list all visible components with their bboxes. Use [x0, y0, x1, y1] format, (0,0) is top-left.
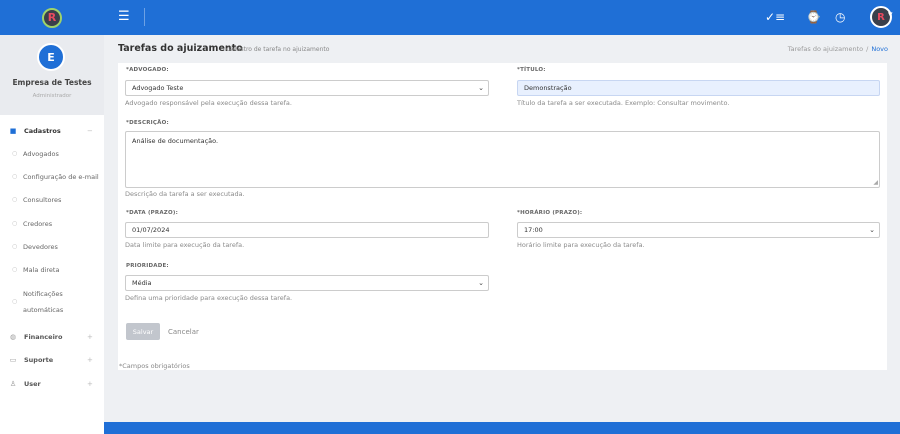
minus-icon: − — [87, 127, 93, 135]
sidebar-item-label: Cadastros — [24, 127, 61, 135]
descricao-label: *DESCRIÇÃO: — [126, 120, 169, 126]
descricao-value: Análise de documentação. — [132, 137, 219, 145]
titulo-label: *TÍTULO: — [517, 67, 546, 73]
titulo-value: Demonstração — [524, 84, 572, 92]
header-divider — [144, 8, 145, 26]
plus-icon: + — [87, 333, 93, 341]
page-subtitle: cadastro de tarefa no ajuizamento — [226, 46, 330, 53]
support-icon: ▭ — [9, 356, 17, 364]
money-icon: ◍ — [9, 333, 17, 341]
prioridade-select[interactable]: Média ⌄ — [125, 275, 489, 291]
clock-icon[interactable]: ◷ — [835, 9, 845, 25]
bullet-icon: ○ — [12, 196, 18, 203]
breadcrumb: Tarefas do ajuizamento / Novo — [788, 45, 888, 53]
titulo-field[interactable]: Demonstração — [517, 80, 880, 96]
chevron-down-icon: ⌄ — [478, 84, 484, 92]
sidebar-item-label: Configuração de e-mail — [23, 173, 99, 181]
advogado-help: Advogado responsável pela execução dessa… — [125, 99, 292, 107]
checklist-icon[interactable]: ✓≡ — [765, 9, 785, 25]
watch-icon[interactable]: ⌚ — [806, 9, 821, 25]
plus-icon: + — [87, 380, 93, 388]
sidebar-item-label: Advogados — [23, 150, 59, 158]
data-label: *DATA (PRAZO): — [126, 210, 178, 216]
hamburger-icon[interactable]: ☰ — [118, 10, 132, 24]
data-value: 01/07/2024 — [132, 226, 170, 234]
bullet-icon: ○ — [12, 266, 18, 273]
sidebar-item-label: Suporte — [24, 356, 54, 364]
footer-bar — [104, 422, 900, 434]
user-role: Administrador — [32, 93, 72, 99]
sidebar-item-label: Credores — [23, 220, 53, 228]
advogado-select[interactable]: Advogado Teste ⌄ — [125, 80, 489, 96]
horario-help: Horário limite para execução da tarefa. — [517, 241, 645, 249]
sidebar-item-cadastros[interactable]: ■ Cadastros − — [0, 123, 104, 139]
breadcrumb-separator: / — [866, 45, 869, 53]
company-name: Empresa de Testes — [12, 78, 92, 87]
sidebar: E Empresa de Testes Administrador ■ Cada… — [0, 35, 104, 434]
sidebar-item-label: Devedores — [23, 243, 58, 251]
user-icon: ♙ — [9, 380, 17, 388]
prioridade-value: Média — [132, 279, 152, 287]
descricao-help: Descrição da tarefa a ser executada. — [125, 190, 245, 198]
chevron-down-icon: ⌄ — [869, 226, 875, 234]
cancel-button[interactable]: Cancelar — [168, 323, 199, 340]
profile-avatar[interactable]: E — [37, 43, 65, 71]
sidebar-item-label: User — [24, 380, 41, 388]
sidebar-item-user[interactable]: ♙ User + — [0, 376, 104, 392]
titulo-help: Título da tarefa a ser executada. Exempl… — [517, 99, 730, 107]
advogado-value: Advogado Teste — [132, 84, 184, 92]
breadcrumb-current: Novo — [871, 45, 888, 53]
bullet-icon: ○ — [12, 220, 18, 227]
sidebar-profile: E Empresa de Testes Administrador — [0, 35, 104, 115]
data-field[interactable]: 01/07/2024 — [125, 222, 489, 238]
prioridade-label: PRIORIDADE: — [126, 263, 169, 269]
chevron-down-icon: ⌄ — [478, 279, 484, 287]
save-button[interactable]: Salvar — [126, 323, 160, 340]
chevron-down-icon[interactable]: ▾ — [888, 10, 893, 20]
prioridade-help: Defina uma prioridade para execução dess… — [125, 294, 293, 302]
descricao-textarea[interactable]: Análise de documentação. ◢ — [125, 131, 880, 188]
app-logo[interactable]: R — [42, 7, 62, 28]
required-fields-note: *Campos obrigatórios — [119, 362, 190, 370]
sidebar-item-label: Mala direta — [23, 266, 60, 274]
advogado-label: *ADVOGADO: — [126, 67, 169, 73]
bullet-icon: ○ — [12, 298, 18, 305]
sidebar-item-label: Notificações automáticas — [23, 290, 64, 314]
bullet-icon: ○ — [12, 150, 18, 157]
resize-handle-icon[interactable]: ◢ — [873, 180, 878, 186]
form-card: *ADVOGADO: Advogado Teste ⌄ Advogado res… — [118, 63, 887, 370]
plus-icon: + — [87, 356, 93, 364]
sidebar-item-label: Consultores — [23, 196, 62, 204]
sidebar-item-suporte[interactable]: ▭ Suporte + — [0, 352, 104, 368]
bullet-icon: ○ — [12, 173, 18, 180]
breadcrumb-parent[interactable]: Tarefas do ajuizamento — [788, 45, 863, 53]
horario-select[interactable]: 17:00 ⌄ — [517, 222, 880, 238]
sidebar-item-label: Financeiro — [24, 333, 63, 341]
app-logo-area[interactable]: R — [0, 0, 104, 35]
horario-label: *HORÁRIO (PRAZO): — [517, 210, 583, 216]
content-header: Tarefas do ajuizamento cadastro de taref… — [104, 35, 900, 63]
page-title: Tarefas do ajuizamento — [118, 43, 243, 54]
data-help: Data limite para execução da tarefa. — [125, 241, 245, 249]
sidebar-item-financeiro[interactable]: ◍ Financeiro + — [0, 329, 104, 345]
folder-icon: ■ — [9, 127, 17, 135]
horario-value: 17:00 — [524, 226, 543, 234]
bullet-icon: ○ — [12, 243, 18, 250]
